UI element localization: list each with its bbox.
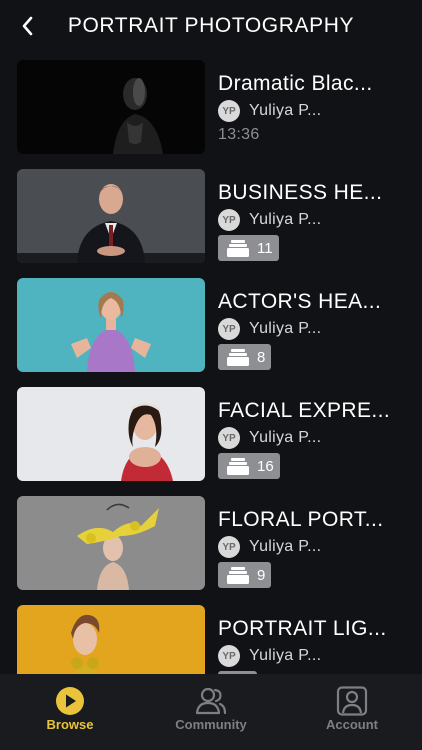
avatar: YP (218, 209, 240, 231)
course-thumbnail[interactable] (17, 496, 205, 590)
avatar: YP (218, 427, 240, 449)
duration-label: 13:36 (218, 126, 260, 143)
list-item[interactable]: FACIAL EXPRE... YP Yuliya P... 16 (0, 387, 422, 483)
stack-icon (227, 349, 249, 366)
author-name: Yuliya P... (249, 647, 322, 664)
course-title: Dramatic Blac... (218, 72, 373, 95)
avatar: YP (218, 100, 240, 122)
stack-icon (227, 567, 249, 584)
author-row: YP Yuliya P... (218, 318, 321, 340)
author-name: Yuliya P... (249, 102, 322, 119)
tab-label: Account (326, 717, 378, 732)
author-row: YP Yuliya P... (218, 536, 321, 558)
list-item[interactable]: ACTOR'S HEA... YP Yuliya P... 8 (0, 278, 422, 374)
tab-community[interactable]: Community (141, 674, 281, 750)
header: PORTRAIT PHOTOGRAPHY (0, 0, 422, 52)
course-thumbnail[interactable] (17, 169, 205, 263)
author-name: Yuliya P... (249, 320, 322, 337)
course-title: FACIAL EXPRE... (218, 399, 391, 422)
lesson-count-badge: 11 (218, 235, 279, 261)
list-item[interactable]: BUSINESS HE... YP Yuliya P... 11 (0, 169, 422, 265)
course-title: ACTOR'S HEA... (218, 290, 382, 313)
account-icon (335, 686, 369, 716)
lesson-count-badge: 9 (218, 562, 272, 588)
list-item[interactable]: FLORAL PORT... YP Yuliya P... 9 (0, 496, 422, 592)
author-name: Yuliya P... (249, 211, 322, 228)
course-title: PORTRAIT LIG... (218, 617, 387, 640)
tab-bar: Browse Community Account (0, 674, 422, 750)
course-title: BUSINESS HE... (218, 181, 383, 204)
lesson-count: 8 (257, 348, 266, 366)
course-title: FLORAL PORT... (218, 508, 384, 531)
author-row: YP Yuliya P... (218, 209, 321, 231)
stack-icon (227, 240, 249, 257)
avatar: YP (218, 536, 240, 558)
page-title: PORTRAIT PHOTOGRAPHY (67, 14, 355, 37)
lesson-count: 16 (257, 457, 274, 475)
tab-account[interactable]: Account (282, 674, 422, 750)
lesson-count-badge: 8 (218, 344, 272, 370)
avatar: YP (218, 318, 240, 340)
author-row: YP Yuliya P... (218, 427, 321, 449)
avatar: YP (218, 645, 240, 667)
course-thumbnail[interactable] (17, 60, 205, 154)
tab-label: Browse (46, 717, 94, 732)
course-thumbnail[interactable] (17, 278, 205, 372)
author-name: Yuliya P... (249, 429, 322, 446)
list-item[interactable]: Dramatic Blac... YP Yuliya P... 13:36 (0, 60, 422, 156)
people-icon (194, 686, 228, 716)
lesson-count-badge: 16 (218, 453, 280, 479)
lesson-count: 11 (257, 239, 273, 257)
author-row: YP Yuliya P... (218, 100, 321, 122)
course-thumbnail[interactable] (17, 387, 205, 481)
author-name: Yuliya P... (249, 538, 322, 555)
tab-label: Community (175, 717, 247, 732)
play-circle-icon (53, 686, 87, 716)
stack-icon (227, 458, 249, 475)
lesson-count: 9 (257, 566, 266, 584)
author-row: YP Yuliya P... (218, 645, 321, 667)
tab-browse[interactable]: Browse (0, 674, 140, 750)
